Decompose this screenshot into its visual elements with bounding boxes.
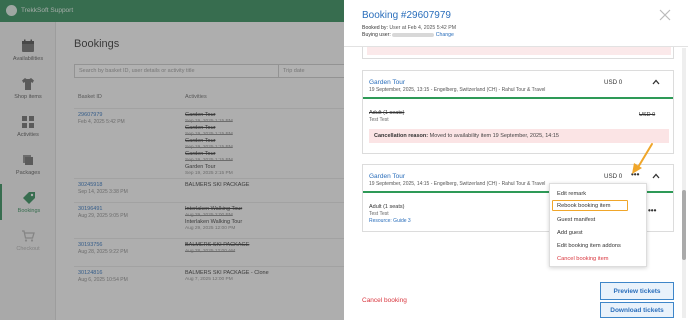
- more-options-icon[interactable]: •••: [631, 170, 639, 179]
- previous-card-remnant: [362, 47, 674, 59]
- card-price: USD 0: [604, 173, 623, 180]
- card-title[interactable]: Garden Tour: [369, 79, 405, 86]
- cancellation-reason: Cancellation reason: Moved to availabili…: [369, 129, 669, 143]
- item-name: Adult (1 seats): [369, 110, 405, 116]
- status-bar: [363, 97, 673, 99]
- chevron-up-icon[interactable]: [652, 172, 660, 180]
- menu-item-guest-manifest[interactable]: Guest manifest: [557, 217, 595, 223]
- cancel-booking-link[interactable]: Cancel booking: [362, 297, 407, 304]
- item-name: Adult (1 seats): [369, 204, 405, 210]
- card-subtitle: 19 September, 2025, 14:15 - Engelberg, S…: [369, 181, 546, 187]
- download-tickets-button[interactable]: Download tickets: [600, 302, 674, 318]
- modal-backdrop[interactable]: [0, 0, 344, 320]
- booking-item-card: Garden Tour 19 September, 2025, 13:15 - …: [362, 70, 674, 154]
- card-subtitle: 19 September, 2025, 13:15 - Engelberg, S…: [369, 87, 546, 93]
- item-resource: Resource: Guide 3: [369, 218, 411, 224]
- card-title[interactable]: Garden Tour: [369, 173, 405, 180]
- card-price: USD 0: [604, 79, 623, 86]
- item-guest: Test Test: [369, 211, 389, 217]
- menu-item-add-guest[interactable]: Add guest: [557, 230, 583, 236]
- booking-meta: Booked by: User at Feb 4, 2025 5:42 PM B…: [362, 25, 457, 38]
- item-price: USD 0: [639, 112, 656, 118]
- preview-tickets-button[interactable]: Preview tickets: [600, 282, 674, 300]
- menu-item-edit-remark[interactable]: Edit remark: [557, 191, 586, 197]
- drawer-title: Booking #29607979: [362, 10, 451, 21]
- chevron-up-icon[interactable]: [652, 78, 660, 86]
- scrollbar-thumb[interactable]: [682, 190, 686, 260]
- item-more-options-icon[interactable]: •••: [648, 206, 656, 215]
- menu-item-cancel-booking-item[interactable]: Cancel booking item: [557, 256, 609, 262]
- item-guest: Test Test: [369, 117, 389, 123]
- booking-drawer: Booking #29607979 Booked by: User at Feb…: [344, 0, 688, 320]
- redacted-email: [392, 32, 435, 37]
- close-icon[interactable]: [658, 8, 672, 22]
- change-user-link[interactable]: Change: [436, 32, 454, 38]
- menu-item-rebook[interactable]: Rebook booking item: [557, 203, 610, 209]
- menu-item-edit-addons[interactable]: Edit booking item addons: [557, 243, 621, 249]
- context-menu: Edit remark Rebook booking item Guest ma…: [549, 183, 647, 267]
- scrollbar-track[interactable]: [682, 48, 686, 318]
